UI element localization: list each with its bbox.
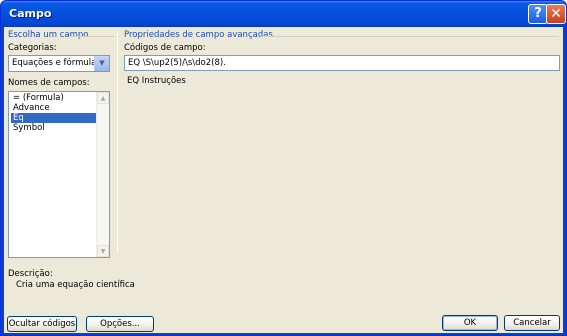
description-text: Cria uma equação científica bbox=[16, 280, 135, 290]
list-item-eq[interactable]: Eq bbox=[11, 113, 97, 123]
cancel-button[interactable]: Cancelar bbox=[504, 315, 560, 331]
field-names-list[interactable]: = (Formula) Advance Eq Symbol ▲ ▼ bbox=[8, 91, 110, 258]
advanced-properties-group-label: Propriedades de campo avançadas bbox=[124, 30, 273, 40]
field-names-label: Nomes de campos: bbox=[8, 78, 90, 88]
close-button[interactable]: ✕ bbox=[546, 4, 566, 24]
eq-instructions-label: EQ Instruções bbox=[127, 76, 186, 86]
field-dialog: Campo ? ✕ Escolha um campo Categorias: E… bbox=[0, 0, 567, 336]
list-item-advance[interactable]: Advance bbox=[11, 103, 97, 113]
field-codes-label: Códigos de campo: bbox=[124, 43, 206, 53]
title-bar[interactable]: Campo ? ✕ bbox=[1, 1, 566, 27]
choose-field-group-label: Escolha um campo bbox=[8, 30, 89, 40]
categories-label: Categorias: bbox=[8, 43, 57, 53]
field-codes-value: EQ \S\up2(5)/\s\do2(8). bbox=[128, 58, 226, 68]
hide-codes-button[interactable]: Ocultar códigos bbox=[7, 316, 77, 332]
scroll-down-icon[interactable]: ▼ bbox=[97, 245, 109, 257]
dialog-body: Escolha um campo Categorias: Equações e … bbox=[4, 27, 563, 333]
close-icon: ✕ bbox=[550, 6, 562, 22]
panel-divider bbox=[117, 31, 118, 253]
ok-button[interactable]: OK bbox=[442, 315, 498, 331]
help-button[interactable]: ? bbox=[528, 4, 548, 24]
list-item-formula[interactable]: = (Formula) bbox=[11, 93, 97, 103]
scroll-up-icon[interactable]: ▲ bbox=[97, 92, 109, 104]
categories-select[interactable]: Equações e fórmulas ▼ bbox=[8, 55, 110, 72]
list-scrollbar[interactable]: ▲ ▼ bbox=[96, 92, 109, 257]
help-icon: ? bbox=[534, 6, 542, 21]
field-codes-input[interactable]: EQ \S\up2(5)/\s\do2(8). bbox=[124, 55, 560, 71]
window-title: Campo bbox=[9, 7, 52, 20]
chevron-down-icon[interactable]: ▼ bbox=[94, 56, 109, 71]
group-divider bbox=[70, 36, 114, 37]
options-button[interactable]: Opções... bbox=[86, 316, 154, 332]
description-label: Descrição: bbox=[8, 269, 53, 279]
list-item-symbol[interactable]: Symbol bbox=[11, 123, 97, 133]
group-divider bbox=[261, 36, 559, 37]
categories-select-value: Equações e fórmulas bbox=[12, 58, 101, 68]
